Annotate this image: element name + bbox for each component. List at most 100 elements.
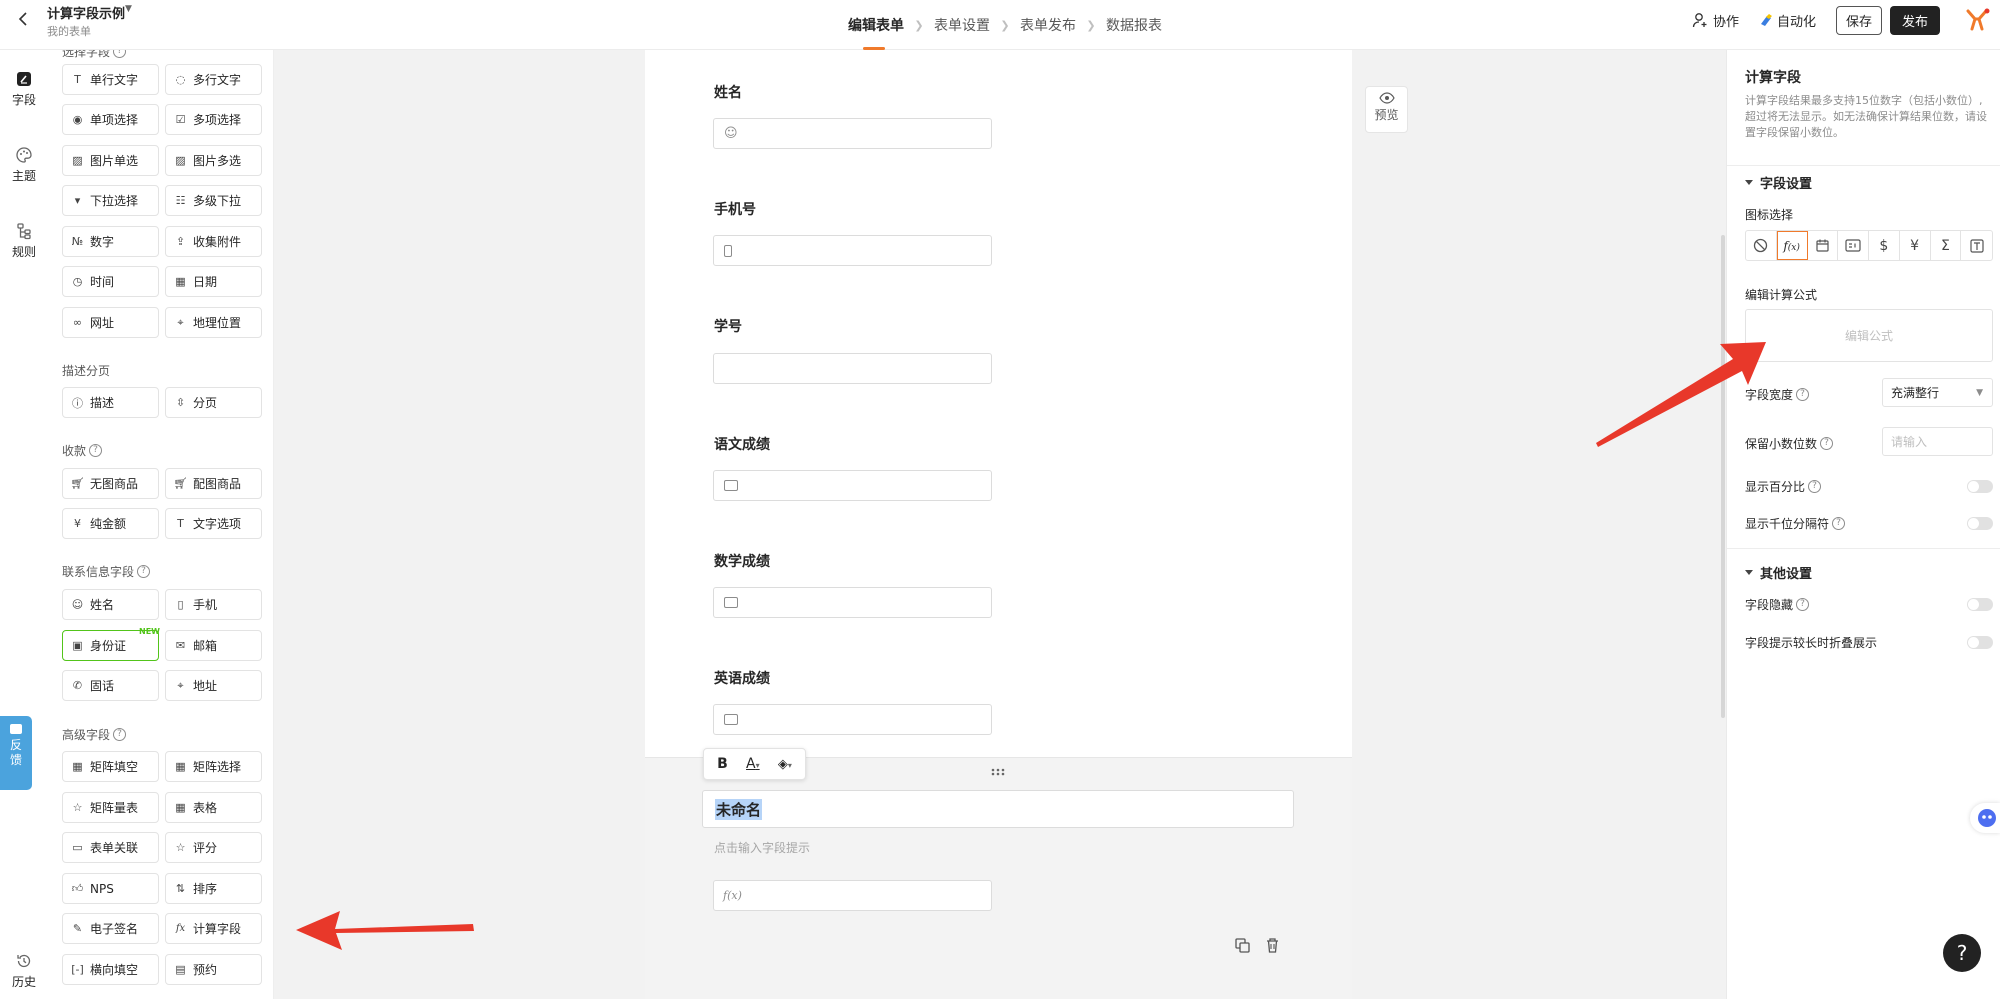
component-dropdown[interactable]: ▾ 下拉选择 — [62, 185, 159, 216]
brand-logo-icon[interactable] — [1964, 7, 1990, 33]
component-product-with-image[interactable]: 🛒︎ 配图商品 — [165, 468, 262, 499]
none-icon[interactable] — [1746, 231, 1777, 260]
field-label-phone[interactable]: 手机号 — [714, 199, 756, 219]
field-label-student-id[interactable]: 学号 — [714, 316, 742, 336]
rail-item-theme[interactable]: 主题 — [0, 146, 48, 184]
step-form-publish[interactable]: 表单发布 — [1020, 0, 1076, 50]
component-landline[interactable]: ✆ 固话 — [62, 670, 159, 701]
component-attachment[interactable]: ⇪ 收集附件 — [165, 226, 262, 257]
component-text-option[interactable]: T 文字选项 — [165, 508, 262, 539]
decimals-input[interactable]: 请输入 — [1882, 427, 1993, 456]
back-arrow-icon[interactable] — [14, 9, 34, 29]
show-percent-toggle[interactable] — [1967, 480, 1993, 493]
field-title-input[interactable]: 未命名 — [702, 790, 1294, 828]
component-address[interactable]: ⌖ 地址 — [165, 670, 262, 701]
formula-editor[interactable]: 编辑公式 — [1745, 309, 1993, 362]
automation-label: 自动化 — [1776, 14, 1816, 30]
calendar-icon[interactable] — [1808, 231, 1839, 260]
component-nps[interactable]: 👍︎ NPS — [62, 873, 159, 904]
field-input-english-score[interactable] — [713, 704, 992, 735]
component-page-break[interactable]: ⇳ 分页 — [165, 387, 262, 418]
scrollbar[interactable] — [1721, 235, 1725, 718]
component-location[interactable]: ⌖ 地理位置 — [165, 307, 262, 338]
component-matrix-fill[interactable]: ▦ 矩阵填空 — [62, 751, 159, 782]
component-rating[interactable]: ☆ 评分 — [165, 832, 262, 863]
rail-item-field[interactable]: 字段 — [0, 70, 48, 108]
field-label-math-score[interactable]: 数学成绩 — [714, 551, 770, 571]
field-input-name[interactable]: ☺ — [713, 118, 992, 149]
component-phone[interactable]: ▯ 手机 — [165, 589, 262, 620]
component-horizontal-fill[interactable]: [‑] 横向填空 — [62, 954, 159, 985]
field-input-chinese-score[interactable] — [713, 470, 992, 501]
component-signature[interactable]: ✎ 电子签名 — [62, 913, 159, 944]
field-label-english-score[interactable]: 英语成绩 — [714, 668, 770, 688]
component-cascade-dropdown[interactable]: ☷ 多级下拉 — [165, 185, 262, 216]
rail-item-rules[interactable]: 规则 — [0, 222, 48, 260]
section-other-settings[interactable]: 其他设置 — [1745, 563, 1812, 582]
preview-button[interactable]: 预览 — [1365, 86, 1408, 133]
component-image-multi[interactable]: ▨ 图片多选 — [165, 145, 262, 176]
component-email[interactable]: ✉ 邮箱 — [165, 630, 262, 661]
collapse-hint-toggle[interactable] — [1967, 636, 1993, 649]
field-input-student-id[interactable] — [713, 353, 992, 384]
component-image-single[interactable]: ▨ 图片单选 — [62, 145, 159, 176]
drag-handle-icon[interactable] — [990, 767, 1006, 777]
fx-icon[interactable]: f(x) — [1776, 231, 1808, 260]
step-edit-form[interactable]: 编辑表单 — [848, 0, 904, 50]
component-matrix-choice[interactable]: ▦ 矩阵选择 — [165, 751, 262, 782]
font-color-icon[interactable]: A▾ — [746, 756, 760, 772]
width-select[interactable]: 充满整行 ▼ — [1882, 378, 1993, 407]
field-input-math-score[interactable] — [713, 587, 992, 618]
component-date[interactable]: ▦ 日期 — [165, 266, 262, 297]
help-button[interactable]: ? — [1943, 934, 1981, 972]
fill-color-icon[interactable]: ◈▾ — [778, 757, 792, 772]
component-single-choice[interactable]: ◉ 单项选择 — [62, 104, 159, 135]
component-sort[interactable]: ⇅ 排序 — [165, 873, 262, 904]
delete-icon[interactable] — [1264, 937, 1281, 954]
show-thousands-toggle[interactable] — [1967, 517, 1993, 530]
automation-button[interactable]: 自动化 — [1759, 11, 1816, 30]
sigma-icon[interactable]: Σ — [1931, 231, 1962, 260]
component-single-text[interactable]: T 单行文字 — [62, 64, 159, 95]
component-multi-choice[interactable]: ☑ 多项选择 — [165, 104, 262, 135]
copy-icon[interactable] — [1234, 937, 1251, 954]
component-matrix-scale[interactable]: ☆ 矩阵量表 — [62, 792, 159, 823]
component-form-link[interactable]: ▭ 表单关联 — [62, 832, 159, 863]
step-data-report[interactable]: 数据报表 — [1106, 0, 1162, 50]
collab-button[interactable]: 协作 — [1692, 11, 1739, 30]
rail-item-history[interactable]: 历史 — [0, 952, 48, 990]
component-url[interactable]: ∞ 网址 — [62, 307, 159, 338]
text-icon[interactable] — [1961, 231, 1992, 260]
calc-field-input[interactable]: f(x) — [713, 880, 992, 911]
component-time[interactable]: ◷ 时间 — [62, 266, 159, 297]
form-folder[interactable]: 我的表单 — [47, 23, 91, 39]
component-description[interactable]: ⓘ 描述 — [62, 387, 159, 418]
yen-icon[interactable]: ¥ — [1900, 231, 1931, 260]
dollar-icon[interactable]: $ — [1869, 231, 1900, 260]
save-button[interactable]: 保存 — [1835, 5, 1882, 35]
form-title[interactable]: 计算字段示例 — [47, 3, 125, 22]
component-table[interactable]: ▦ 表格 — [165, 792, 262, 823]
component-name[interactable]: ☺ 姓名 — [62, 589, 159, 620]
step-form-settings[interactable]: 表单设置 — [934, 0, 990, 50]
field-input-phone[interactable] — [713, 235, 992, 266]
assistant-avatar-icon[interactable] — [1970, 803, 2000, 833]
component-multi-text[interactable]: ◌ 多行文字 — [165, 64, 262, 95]
hide-field-toggle[interactable] — [1967, 598, 1993, 611]
field-hint-input[interactable]: 点击输入字段提示 — [714, 839, 810, 856]
component-calculation[interactable]: fx 计算字段 — [165, 913, 262, 944]
section-field-settings[interactable]: 字段设置 — [1745, 173, 1812, 192]
field-label-chinese-score[interactable]: 语文成绩 — [714, 434, 770, 454]
feedback-button[interactable]: 反馈 — [0, 716, 32, 790]
title-dropdown-icon[interactable]: ▼ — [125, 4, 132, 14]
component-number[interactable]: № 数字 — [62, 226, 159, 257]
component-amount[interactable]: ¥ 纯金额 — [62, 508, 159, 539]
bold-icon[interactable]: B — [717, 756, 728, 772]
field-label-name[interactable]: 姓名 — [714, 82, 742, 102]
component-appointment[interactable]: ▤ 预约 — [165, 954, 262, 985]
component-product-no-image[interactable]: 🛒︎ 无图商品 — [62, 468, 159, 499]
id-card-icon[interactable] — [1838, 231, 1869, 260]
publish-button[interactable]: 发布 — [1889, 5, 1940, 35]
component-id-card[interactable]: ▣ 身份证 NEW — [62, 627, 160, 661]
step-nav: 编辑表单 ❯ 表单设置 ❯ 表单发布 ❯ 数据报表 — [848, 0, 1162, 50]
